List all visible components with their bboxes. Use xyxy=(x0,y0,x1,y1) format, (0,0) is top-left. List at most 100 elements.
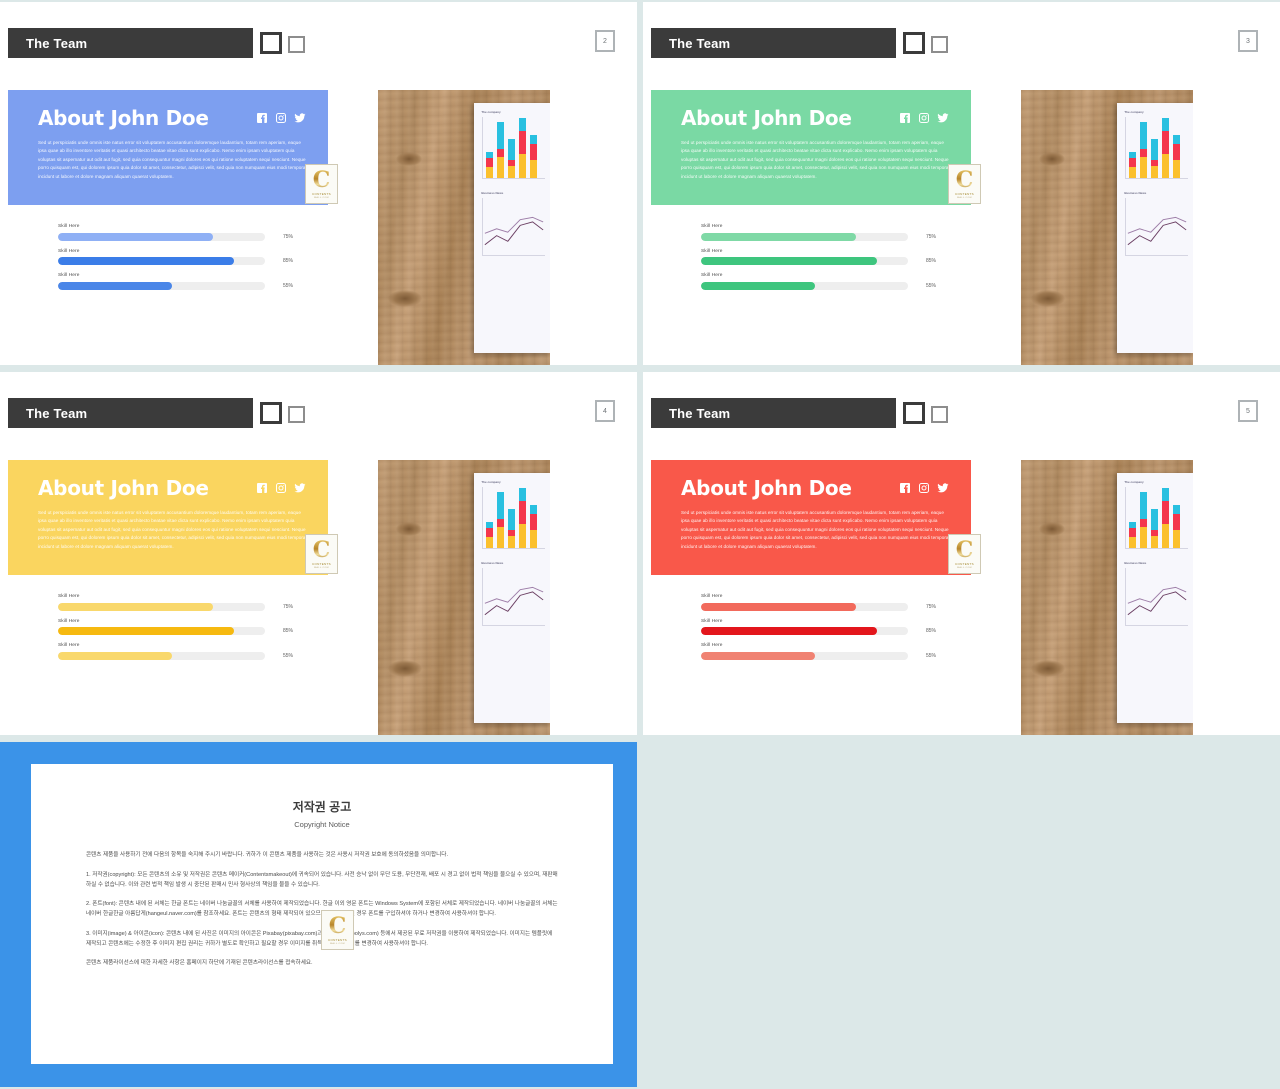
facebook-icon[interactable] xyxy=(256,482,268,494)
chart-paper: The company Business News xyxy=(1117,103,1193,353)
social-links[interactable] xyxy=(256,112,306,124)
skill-track xyxy=(58,651,265,660)
chart2-title: Business News xyxy=(481,191,504,195)
square-large-icon xyxy=(260,32,282,54)
skill-label: Skill Here xyxy=(701,594,723,599)
slide-red[interactable]: The Team 5 About John Doe Sed ut perspic… xyxy=(643,372,1280,735)
line-chart xyxy=(1125,198,1189,256)
slide-green[interactable]: The Team 3 About John Doe Sed ut perspic… xyxy=(643,2,1280,365)
skill-track xyxy=(701,651,908,660)
slide-header: The Team xyxy=(8,398,305,428)
about-band-top: About John Doe xyxy=(38,106,306,130)
facebook-icon[interactable] xyxy=(256,112,268,124)
page-number-badge: 5 xyxy=(1238,400,1258,422)
chart-paper: The company Business News xyxy=(474,103,550,353)
logo-line1: CONTENTS xyxy=(312,562,331,566)
skill-track xyxy=(701,257,908,265)
social-links[interactable] xyxy=(899,112,949,124)
page-number-badge: 4 xyxy=(595,400,615,422)
instagram-icon[interactable] xyxy=(275,112,287,124)
chart2-title: Business News xyxy=(481,561,504,565)
about-title: About John Doe xyxy=(38,106,209,130)
skill-label: Skill Here xyxy=(701,643,723,648)
skill-track xyxy=(701,627,908,635)
team-photo: The company Business News xyxy=(1021,90,1193,365)
line-chart xyxy=(482,568,546,626)
square-small-icon xyxy=(288,36,305,53)
about-band: About John Doe Sed ut perspiciatis unde … xyxy=(8,90,328,205)
skill-percent: 75% xyxy=(282,233,293,240)
slide-deck-canvas: The Team 2 About John Doe Sed ut perspic… xyxy=(0,0,1280,1089)
about-band-top: About John Doe xyxy=(681,106,949,130)
about-body: Sed ut perspiciatis unde omnis iste natu… xyxy=(38,140,306,179)
header-bar: The Team xyxy=(651,28,896,58)
skill-item: Skill Here 75% xyxy=(701,594,936,611)
instagram-icon[interactable] xyxy=(918,112,930,124)
header-bar: The Team xyxy=(651,398,896,428)
skill-label: Skill Here xyxy=(58,273,80,278)
skill-item: Skill Here 75% xyxy=(58,594,293,611)
skill-list: Skill Here 75% Skill Here 85% Skill Here… xyxy=(701,224,936,298)
chart1-title: The company xyxy=(1124,480,1144,484)
bar-chart xyxy=(482,117,546,179)
skill-item: Skill Here 85% xyxy=(58,619,293,635)
twitter-icon[interactable] xyxy=(937,482,949,494)
square-small-icon xyxy=(931,406,948,423)
skill-item: Skill Here 55% xyxy=(58,273,293,290)
line-chart xyxy=(482,198,546,256)
facebook-icon[interactable] xyxy=(899,482,911,494)
logo-line2: MALL.COM xyxy=(314,567,329,569)
logo-line2: MALL.COM xyxy=(314,197,329,199)
skill-track xyxy=(58,232,265,241)
skill-item: Skill Here 75% xyxy=(701,224,936,241)
logo-line2: MALL.COM xyxy=(330,943,345,945)
header-title: The Team xyxy=(669,405,731,421)
about-band-top: About John Doe xyxy=(38,476,306,500)
about-body: Sed ut perspiciatis unde omnis iste natu… xyxy=(38,510,306,549)
header-bar: The Team xyxy=(8,28,253,58)
logo-letter: C xyxy=(312,537,331,563)
square-small-icon xyxy=(931,36,948,53)
skill-item: Skill Here 55% xyxy=(58,643,293,660)
skill-item: Skill Here 75% xyxy=(58,224,293,241)
logo-line2: MALL.COM xyxy=(957,567,972,569)
slide-blue[interactable]: The Team 2 About John Doe Sed ut perspic… xyxy=(0,2,637,365)
square-large-icon xyxy=(903,402,925,424)
instagram-icon[interactable] xyxy=(918,482,930,494)
skill-track xyxy=(701,281,908,290)
skill-label: Skill Here xyxy=(58,594,80,599)
header-title: The Team xyxy=(26,35,88,51)
brand-logo-watermark: C CONTENTS MALL.COM xyxy=(305,164,338,204)
skill-label: Skill Here xyxy=(58,224,80,229)
logo-line1: CONTENTS xyxy=(312,192,331,196)
logo-letter: C xyxy=(955,167,974,193)
line-chart xyxy=(1125,568,1189,626)
facebook-icon[interactable] xyxy=(899,112,911,124)
social-links[interactable] xyxy=(256,482,306,494)
instagram-icon[interactable] xyxy=(275,482,287,494)
about-body: Sed ut perspiciatis unde omnis iste natu… xyxy=(681,140,949,179)
twitter-icon[interactable] xyxy=(294,112,306,124)
logo-line2: MALL.COM xyxy=(957,197,972,199)
header-bar: The Team xyxy=(8,398,253,428)
twitter-icon[interactable] xyxy=(937,112,949,124)
bar-chart xyxy=(482,487,546,549)
skill-percent: 75% xyxy=(282,603,293,610)
skill-label: Skill Here xyxy=(58,643,80,648)
copyright-heading-en: Copyright Notice xyxy=(294,820,350,829)
skill-percent: 75% xyxy=(925,233,936,240)
skill-item: Skill Here 85% xyxy=(701,249,936,265)
brand-logo-watermark: C CONTENTS MALL.COM xyxy=(305,534,338,574)
about-band: About John Doe Sed ut perspiciatis unde … xyxy=(651,90,971,205)
slide-yellow[interactable]: The Team 4 About John Doe Sed ut perspic… xyxy=(0,372,637,735)
slide-copyright[interactable]: 저작권 공고 Copyright Notice 콘텐츠 제품을 사용하기 전에 … xyxy=(0,742,637,1087)
page-number-badge: 2 xyxy=(595,30,615,52)
skill-percent: 55% xyxy=(925,282,936,289)
social-links[interactable] xyxy=(899,482,949,494)
skill-label: Skill Here xyxy=(58,248,80,254)
skill-list: Skill Here 75% Skill Here 85% Skill Here… xyxy=(701,594,936,668)
skill-track xyxy=(58,627,265,635)
twitter-icon[interactable] xyxy=(294,482,306,494)
square-large-icon xyxy=(260,402,282,424)
skill-percent: 55% xyxy=(282,652,293,659)
